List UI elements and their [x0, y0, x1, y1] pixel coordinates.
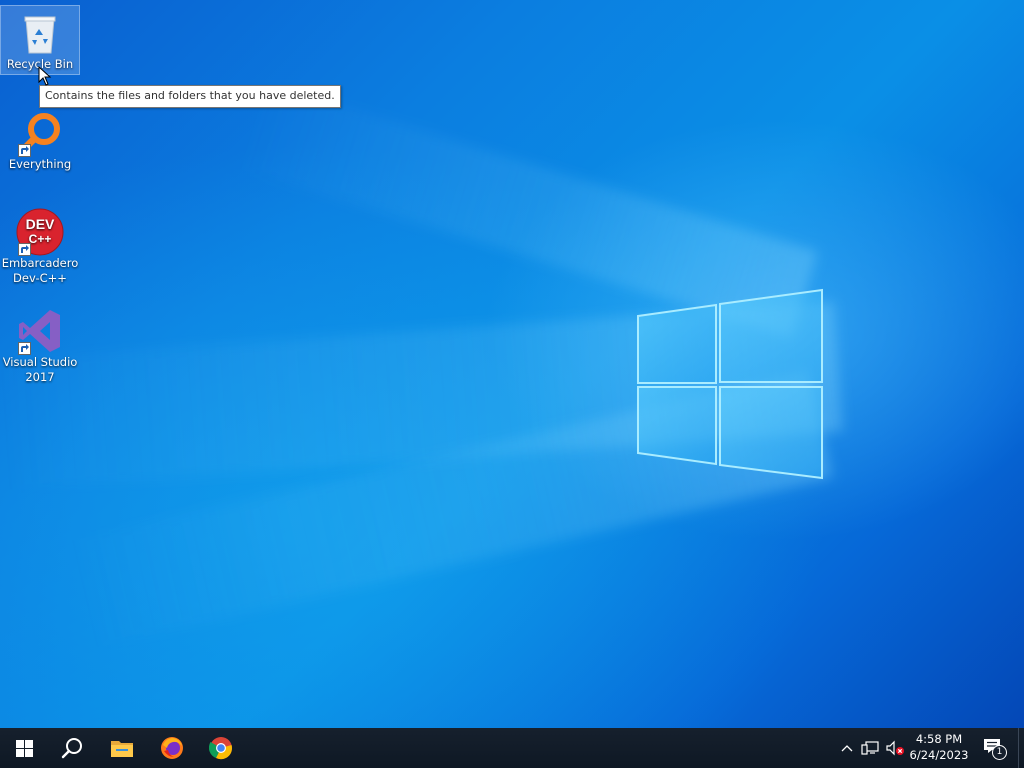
visual-studio-icon	[16, 307, 64, 355]
chrome-icon	[209, 737, 232, 760]
chrome-button[interactable]	[197, 728, 245, 768]
notification-count-badge: 1	[992, 745, 1007, 760]
everything-search-icon	[16, 109, 64, 157]
clock-time: 4:58 PM	[915, 732, 963, 746]
desktop-icon-label: Embarcadero Dev-C++	[1, 256, 79, 285]
mouse-cursor-icon	[38, 66, 52, 86]
firefox-button[interactable]	[148, 728, 196, 768]
file-explorer-button[interactable]	[98, 728, 146, 768]
firefox-icon	[161, 737, 183, 759]
show-hidden-icons-button[interactable]	[838, 728, 856, 768]
taskbar-clock[interactable]: 4:58 PM 6/24/2023	[906, 731, 972, 763]
taskbar: 4:58 PM 6/24/2023 1	[0, 728, 1024, 768]
show-desktop-button[interactable]	[1018, 728, 1024, 768]
shortcut-arrow-icon	[18, 243, 31, 256]
volume-muted-icon	[886, 740, 904, 756]
dev-cpp-logo-text: DEV	[26, 216, 55, 232]
desktop-icon-recycle-bin[interactable]: Recycle Bin	[0, 5, 80, 75]
search-icon	[61, 738, 82, 759]
recycle-bin-icon	[16, 9, 64, 57]
desktop[interactable]: Recycle Bin Everything DEV C++ Embarcade…	[0, 0, 1024, 728]
shortcut-arrow-icon	[18, 342, 31, 355]
folder-icon	[111, 741, 133, 757]
dev-cpp-icon: DEV C++	[16, 208, 64, 256]
desktop-icon-visual-studio[interactable]: Visual Studio 2017	[1, 304, 79, 386]
search-button[interactable]	[48, 728, 96, 768]
desktop-icon-label: Visual Studio 2017	[2, 355, 78, 384]
desktop-icon-everything[interactable]: Everything	[1, 106, 79, 174]
dev-cpp-logo-text: C++	[29, 232, 52, 246]
desktop-icon-dev-cpp[interactable]: DEV C++ Embarcadero Dev-C++	[1, 205, 79, 287]
windows-logo-icon	[15, 739, 33, 757]
wallpaper-windows-logo	[637, 288, 823, 480]
network-icon	[861, 741, 879, 755]
shortcut-arrow-icon	[18, 144, 31, 157]
recycle-bin-tooltip: Contains the files and folders that you …	[39, 85, 341, 108]
clock-date: 6/24/2023	[909, 748, 969, 762]
action-center-button[interactable]: 1	[978, 728, 1010, 768]
desktop-icon-label: Everything	[8, 157, 72, 171]
start-button[interactable]	[0, 728, 48, 768]
network-button[interactable]	[859, 728, 881, 768]
volume-button[interactable]	[883, 728, 907, 768]
chevron-up-icon	[841, 745, 853, 752]
